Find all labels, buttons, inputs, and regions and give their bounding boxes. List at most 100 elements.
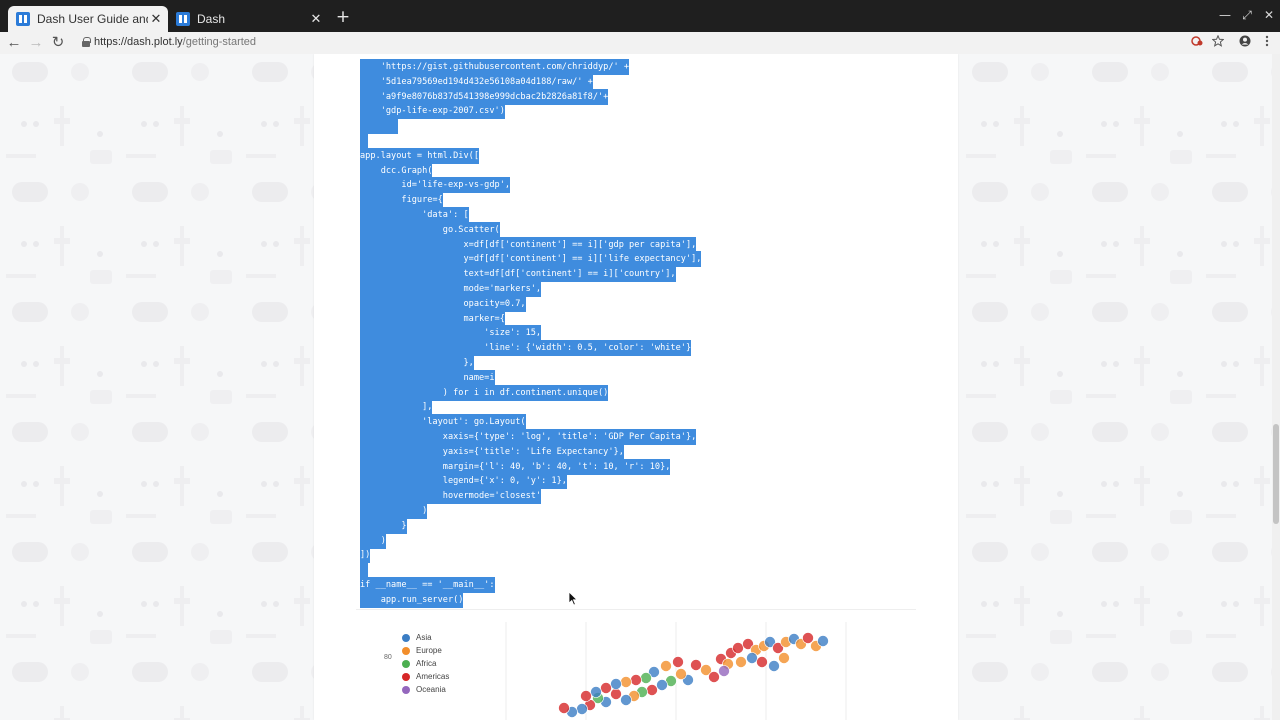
code-line: ): [360, 503, 428, 519]
code-line: margin={'l': 40, 'b': 40, 't': 10, 'r': …: [360, 458, 671, 475]
code-line: x=df[df['continent'] == i]['gdp per capi…: [360, 236, 697, 253]
forward-button[interactable]: →: [27, 34, 45, 52]
mouse-cursor-icon: [568, 591, 578, 606]
code-line: marker={: [360, 310, 505, 327]
scatter-point[interactable]: [708, 671, 720, 683]
code-line: mode='markers',: [360, 281, 542, 297]
code-line: y=df[df['continent'] == i]['life expecta…: [360, 251, 702, 268]
scatter-point[interactable]: [656, 679, 668, 691]
tab-dash[interactable]: Dash ✕: [168, 6, 328, 32]
code-line: yaxis={'title': 'Life Expectancy'},: [360, 443, 624, 460]
scatter-point[interactable]: [802, 632, 814, 644]
tab-dash-user-guide[interactable]: Dash User Guide and Docume ✕: [8, 6, 168, 32]
code-line-empty: [360, 133, 368, 149]
code-line: ]): [360, 547, 371, 564]
code-line: xaxis={'type': 'log', 'title': 'GDP Per …: [360, 429, 697, 445]
scatter-point[interactable]: [580, 690, 592, 702]
star-icon[interactable]: [1209, 34, 1227, 52]
scatter-point[interactable]: [610, 688, 622, 700]
maximize-button[interactable]: ⤢: [1238, 8, 1256, 23]
scatter-point[interactable]: [768, 660, 780, 672]
code-line: app.layout = html.Div([: [360, 147, 479, 164]
code-line: ) for i in df.continent.unique(): [360, 384, 609, 401]
code-line-empty: [360, 562, 368, 579]
url-host: https://dash.plot.ly: [94, 36, 183, 48]
extension-icon[interactable]: [1188, 34, 1206, 52]
scatter-point[interactable]: [610, 678, 622, 690]
code-line: legend={'x': 0, 'y': 1},: [360, 473, 567, 490]
legend-dot: [402, 660, 410, 668]
scatter-point[interactable]: [620, 676, 632, 688]
code-line: '5d1ea79569ed194d432e56108a04d188/raw/' …: [360, 73, 593, 90]
scatter-point[interactable]: [640, 672, 652, 684]
scatter-point[interactable]: [576, 703, 588, 715]
page-scrollbar[interactable]: [1272, 54, 1280, 720]
reload-button[interactable]: ↻: [49, 34, 67, 52]
code-line: 'layout': go.Layout(: [360, 414, 526, 431]
browser-toolbar: ← → ↻ https://dash.plot.ly/getting-start…: [0, 32, 1280, 54]
legend-dot: [402, 634, 410, 642]
lock-icon: [82, 37, 91, 47]
scatter-point[interactable]: [756, 656, 768, 668]
code-line: if __name__ == '__main__':: [360, 577, 495, 593]
back-button[interactable]: ←: [5, 34, 23, 52]
legend-label: Africa: [416, 659, 437, 668]
scatter-point[interactable]: [558, 702, 570, 714]
scatter-point[interactable]: [646, 684, 658, 696]
legend-label: Oceania: [416, 685, 446, 694]
code-line: dcc.Graph(: [360, 162, 433, 179]
legend-dot: [402, 673, 410, 681]
scatter-point[interactable]: [778, 652, 790, 664]
address-bar[interactable]: https://dash.plot.ly/getting-started: [78, 33, 1198, 53]
code-line: 'https://gist.githubusercontent.com/chri…: [360, 59, 630, 75]
tab-close-icon[interactable]: ✕: [308, 11, 324, 27]
y-tick-label: 80: [384, 654, 392, 661]
scatter-plot-area[interactable]: [466, 622, 916, 720]
scatter-point[interactable]: [590, 686, 602, 698]
scatter-point[interactable]: [732, 642, 744, 654]
code-line: 'size': 15,: [360, 325, 542, 342]
account-icon[interactable]: [1236, 34, 1254, 52]
legend-label: Europe: [416, 646, 442, 655]
scatter-point[interactable]: [690, 659, 702, 671]
code-line: 'a9f9e8076b837d541398e999dcbac2b2826a81f…: [360, 88, 609, 105]
scatter-point[interactable]: [817, 635, 829, 647]
dash-favicon-icon: [16, 12, 30, 26]
close-window-button[interactable]: ✕: [1260, 8, 1278, 22]
scatter-point[interactable]: [718, 665, 730, 677]
scatter-point[interactable]: [672, 656, 684, 668]
scrollbar-thumb[interactable]: [1273, 424, 1279, 524]
scatter-point[interactable]: [620, 694, 632, 706]
tab-close-icon[interactable]: ✕: [148, 11, 164, 27]
menu-icon[interactable]: [1258, 34, 1276, 52]
code-line-empty: [360, 118, 398, 135]
tab-strip: Dash User Guide and Docume ✕ Dash ✕ + — …: [0, 0, 1280, 32]
scatter-point[interactable]: [600, 682, 612, 694]
legend-dot: [402, 686, 410, 694]
url-text: https://dash.plot.ly/getting-started: [94, 36, 256, 48]
code-line: 'data': [: [360, 207, 469, 223]
code-line: hovermode='closest': [360, 488, 542, 505]
code-line: name=i: [360, 369, 495, 386]
url-path: /getting-started: [182, 36, 257, 48]
page-viewport: 'https://gist.githubusercontent.com/chri…: [0, 54, 1272, 720]
code-line: 'line': {'width': 0.5, 'color': 'white'}: [360, 340, 692, 357]
code-block[interactable]: 'https://gist.githubusercontent.com/chri…: [360, 54, 900, 608]
code-line: id='life-exp-vs-gdp',: [360, 177, 511, 194]
life-exp-vs-gdp-graph[interactable]: Asia Europe Africa Americas Oceania 80: [356, 609, 916, 720]
code-line: opacity=0.7,: [360, 295, 526, 312]
scatter-point[interactable]: [630, 674, 642, 686]
scatter-point[interactable]: [660, 660, 672, 672]
scatter-point[interactable]: [735, 656, 747, 668]
scatter-point[interactable]: [675, 668, 687, 680]
legend-label: Americas: [416, 672, 450, 681]
tab-title: Dash: [197, 12, 226, 26]
code-line: app.run_server(): [360, 591, 464, 608]
tab-title: Dash User Guide and Docume: [37, 12, 148, 26]
dash-favicon-icon: [176, 12, 190, 26]
new-tab-button[interactable]: +: [334, 8, 352, 26]
scatter-point[interactable]: [746, 652, 758, 664]
legend-label: Asia: [416, 633, 432, 642]
main-content: 'https://gist.githubusercontent.com/chri…: [314, 54, 958, 720]
minimize-button[interactable]: —: [1216, 8, 1234, 22]
